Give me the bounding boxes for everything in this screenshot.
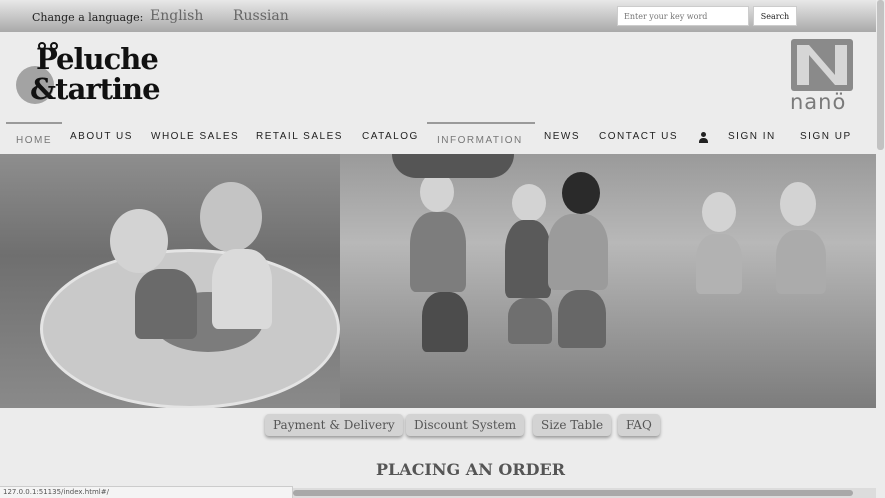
change-language-label: Change a language:: [32, 11, 144, 24]
language-bar: Change a language: English Russian Searc…: [0, 0, 876, 32]
size-table-button[interactable]: Size Table: [533, 414, 612, 436]
logo-text-line2: &tartine: [30, 72, 161, 106]
banner-photo-girls-float: [0, 154, 340, 408]
nano-logo-mark: [791, 39, 853, 91]
nav-catalog[interactable]: CATALOG: [362, 122, 419, 152]
nav-about-us[interactable]: ABOUT US: [70, 122, 133, 152]
horizontal-scroll-thumb[interactable]: [293, 490, 853, 496]
user-icon[interactable]: [698, 132, 708, 144]
nano-logo[interactable]: nanö: [788, 38, 856, 116]
nav-retail-sales[interactable]: RETAIL SALES: [256, 122, 343, 152]
hero-banner: [0, 154, 876, 408]
nav-whole-sales[interactable]: WHOLE SALES: [151, 122, 239, 152]
faq-button[interactable]: FAQ: [618, 414, 660, 436]
nav-sign-in[interactable]: SIGN IN: [728, 122, 776, 152]
nav-news[interactable]: NEWS: [544, 122, 580, 152]
language-english-link[interactable]: English: [150, 8, 203, 24]
logo-text-line1: Peluche: [36, 42, 159, 76]
payment-delivery-button[interactable]: Payment & Delivery: [265, 414, 403, 436]
nav-home[interactable]: HOME: [6, 122, 62, 152]
nav-sign-up[interactable]: SIGN UP: [800, 122, 852, 152]
status-bar-url: 127.0.0.1:51135/index.html#/: [0, 486, 293, 498]
language-russian-link[interactable]: Russian: [233, 8, 289, 24]
main-nav: HOME ABOUT US WHOLE SALES RETAIL SALES C…: [6, 122, 876, 152]
nav-information[interactable]: INFORMATION: [427, 122, 535, 152]
horizontal-scrollbar[interactable]: [293, 488, 876, 498]
nano-logo-text: nanö: [790, 90, 847, 114]
discount-system-button[interactable]: Discount System: [406, 414, 525, 436]
page-title: PLACING AN ORDER: [376, 460, 565, 479]
search-button[interactable]: Search: [753, 6, 797, 26]
banner-rock: [392, 154, 514, 178]
vertical-scrollbar[interactable]: [876, 0, 885, 498]
page: Change a language: English Russian Searc…: [0, 0, 885, 498]
search-input[interactable]: [617, 6, 749, 26]
banner-photo-kids-beach: [340, 154, 876, 408]
vertical-scroll-thumb[interactable]: [877, 0, 884, 150]
nav-contact-us[interactable]: CONTACT US: [599, 122, 678, 152]
peluche-tartine-logo[interactable]: Peluche &tartine: [14, 42, 161, 110]
